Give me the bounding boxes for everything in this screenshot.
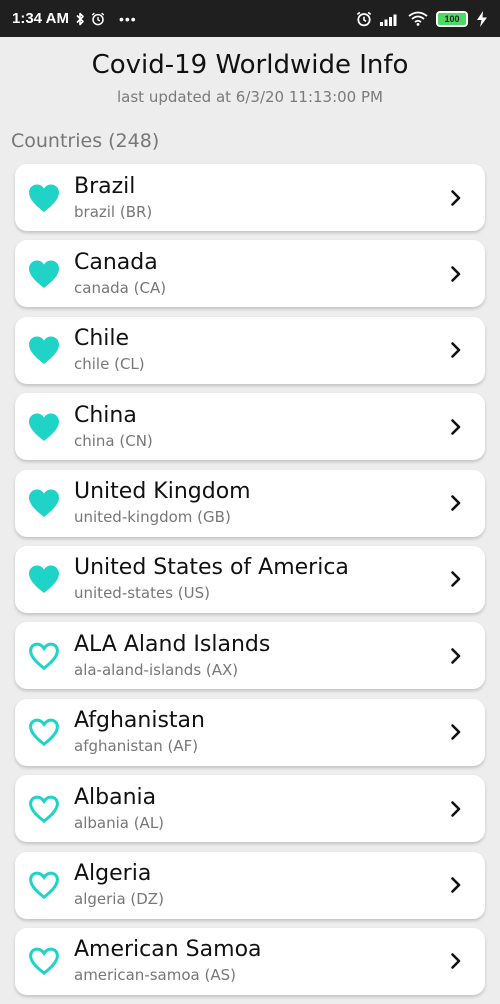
heart-outline-icon[interactable] — [27, 868, 61, 902]
country-card[interactable]: Chile chile (CL) — [15, 316, 485, 384]
heart-filled-icon[interactable] — [27, 486, 61, 520]
alarm-clock-icon — [356, 11, 372, 27]
battery-indicator: 100 — [436, 10, 468, 27]
country-name: Afghanistan — [74, 708, 205, 734]
app-header: Covid-19 Worldwide Info last updated at … — [0, 37, 500, 117]
country-text: China china (CN) — [74, 402, 153, 452]
country-slug: china (CN) — [74, 431, 153, 450]
chevron-right-icon — [449, 951, 463, 971]
status-time: 1:34 AM — [12, 10, 69, 27]
chevron-right-icon — [449, 569, 463, 589]
country-name: Brazil — [74, 173, 136, 199]
more-notifications-dots: ••• — [118, 10, 137, 27]
country-text: United Kingdom united-kingdom (GB) — [74, 478, 251, 528]
chevron-right-icon — [449, 722, 463, 742]
country-card[interactable]: American Samoa american-samoa (AS) — [15, 927, 485, 995]
bluetooth-icon — [75, 12, 85, 26]
wifi-icon — [408, 11, 428, 26]
country-text: Albania albania (AL) — [74, 784, 164, 834]
chevron-right-icon — [449, 875, 463, 895]
chevron-right-icon — [449, 264, 463, 284]
country-card[interactable]: United Kingdom united-kingdom (GB) — [15, 469, 485, 537]
alarm-clock-icon — [91, 12, 105, 26]
heart-filled-icon[interactable] — [27, 562, 61, 596]
country-text: American Samoa american-samoa (AS) — [74, 936, 262, 986]
country-card[interactable]: United States of America united-states (… — [15, 545, 485, 613]
country-list: Brazil brazil (BR) Canada canada (CA) Ch… — [15, 164, 485, 1004]
country-name: United Kingdom — [74, 479, 251, 505]
country-name: China — [74, 402, 137, 428]
country-name: ALA Aland Islands — [74, 631, 271, 657]
status-bar: 1:34 AM ••• 100 — [0, 0, 500, 37]
country-card[interactable]: Canada canada (CA) — [15, 240, 485, 308]
heart-outline-icon[interactable] — [27, 792, 61, 826]
country-text: Chile chile (CL) — [74, 325, 145, 375]
chevron-right-icon — [449, 493, 463, 513]
country-card[interactable]: Afghanistan afghanistan (AF) — [15, 698, 485, 766]
status-right-group: 100 — [356, 10, 488, 27]
heart-outline-icon[interactable] — [27, 639, 61, 673]
country-slug: algeria (DZ) — [74, 890, 164, 909]
heart-outline-icon[interactable] — [27, 944, 61, 978]
country-text: United States of America united-states (… — [74, 554, 349, 604]
chevron-right-icon — [449, 188, 463, 208]
country-card[interactable]: ALA Aland Islands ala-aland-islands (AX) — [15, 622, 485, 690]
country-card[interactable]: Albania albania (AL) — [15, 775, 485, 843]
country-text: Canada canada (CA) — [74, 249, 166, 299]
country-text: Algeria algeria (DZ) — [74, 860, 164, 910]
country-slug: afghanistan (AF) — [74, 737, 199, 756]
country-text: ALA Aland Islands ala-aland-islands (AX) — [74, 631, 270, 681]
heart-filled-icon[interactable] — [27, 410, 61, 444]
country-name: American Samoa — [74, 937, 262, 963]
chevron-right-icon — [449, 340, 463, 360]
country-slug: albania (AL) — [74, 813, 165, 832]
heart-filled-icon[interactable] — [27, 333, 61, 367]
last-updated-label: last updated at 6/3/20 11:13:00 PM — [117, 88, 383, 106]
country-name: United States of America — [74, 555, 349, 581]
heart-outline-icon[interactable] — [27, 715, 61, 749]
country-text: Afghanistan afghanistan (AF) — [74, 707, 205, 757]
country-slug: united-states (US) — [74, 584, 211, 603]
chevron-right-icon — [449, 799, 463, 819]
chevron-right-icon — [449, 417, 463, 437]
country-card[interactable]: Algeria algeria (DZ) — [15, 851, 485, 919]
heart-filled-icon[interactable] — [27, 257, 61, 291]
countries-section-title: Countries (248) — [11, 130, 160, 152]
chevron-right-icon — [449, 646, 463, 666]
country-slug: american-samoa (AS) — [74, 966, 236, 985]
charging-bolt-icon — [476, 10, 488, 27]
country-name: Chile — [74, 326, 130, 352]
country-slug: canada (CA) — [74, 278, 167, 297]
page-title: Covid-19 Worldwide Info — [91, 50, 409, 80]
signal-strength-icon — [380, 12, 400, 26]
country-card[interactable]: Brazil brazil (BR) — [15, 164, 485, 231]
country-slug: chile (CL) — [74, 355, 145, 374]
country-slug: ala-aland-islands (AX) — [74, 660, 239, 679]
country-card[interactable]: China china (CN) — [15, 393, 485, 461]
country-name: Albania — [74, 784, 157, 810]
country-slug: brazil (BR) — [74, 202, 153, 221]
country-name: Algeria — [74, 861, 152, 887]
status-left-group: 1:34 AM ••• — [12, 10, 137, 27]
heart-filled-icon[interactable] — [27, 181, 61, 215]
country-text: Brazil brazil (BR) — [74, 173, 152, 223]
country-slug: united-kingdom (GB) — [74, 508, 231, 527]
country-name: Canada — [74, 249, 158, 275]
